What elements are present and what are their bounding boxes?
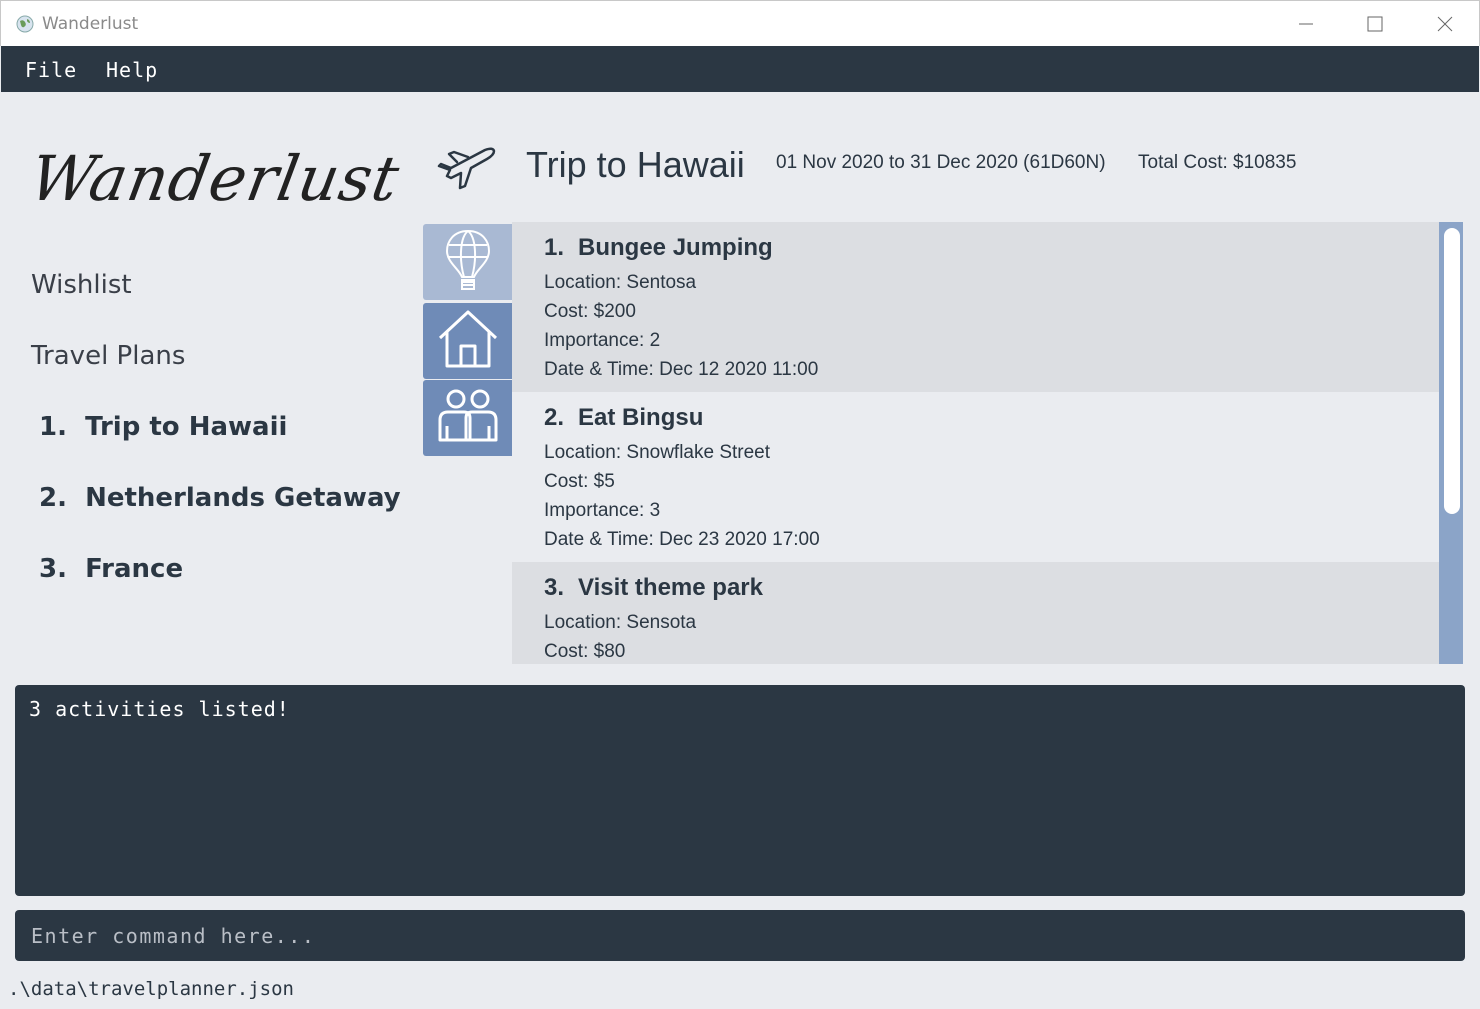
app-logo: Wanderlust: [24, 142, 406, 215]
activity-list[interactable]: 1. Bungee Jumping Location: Sentosa Cost:…: [512, 222, 1463, 664]
house-icon: [437, 308, 499, 375]
activity-location: Location: Sensota: [544, 612, 697, 633]
activity-index: 1.: [544, 234, 565, 261]
activity-name: Visit theme park: [578, 574, 763, 601]
activity-card[interactable]: 1. Bungee Jumping Location: Sentosa Cost:…: [512, 222, 1440, 392]
window-titlebar: Wanderlust: [0, 0, 1480, 46]
airplane-icon: [435, 142, 497, 192]
people-icon: [437, 388, 499, 449]
travel-plan-index: 2.: [39, 483, 67, 513]
activity-cost: Cost: $5: [544, 471, 615, 492]
status-bar-file-path: .\data\travelplanner.json: [8, 978, 294, 1000]
tab-activities[interactable]: [423, 224, 513, 300]
travel-plan-item[interactable]: 1. Trip to Hawaii: [39, 412, 287, 442]
activity-location: Location: Snowflake Street: [544, 442, 771, 463]
activity-title: 3. Visit theme park: [544, 574, 1440, 608]
travel-plan-item[interactable]: 3. France: [39, 554, 183, 584]
activity-name: Bungee Jumping: [578, 234, 773, 261]
result-display: 3 activities listed!: [15, 685, 1465, 896]
hot-air-balloon-icon: [445, 229, 491, 296]
sidebar-item-wishlist[interactable]: Wishlist: [31, 270, 132, 300]
menu-bar: File Help: [1, 46, 1479, 92]
activity-datetime: Date & Time: Dec 12 2020 11:00: [544, 359, 819, 380]
minimize-button[interactable]: [1271, 1, 1341, 47]
travel-plan-name: Trip to Hawaii: [85, 412, 288, 442]
tab-travellers[interactable]: [423, 380, 513, 456]
travel-plan-name: France: [85, 554, 184, 584]
menu-file[interactable]: File: [25, 58, 77, 82]
activity-card[interactable]: 2. Eat Bingsu Location: Snowflake Street …: [512, 392, 1440, 562]
activity-index: 3.: [544, 574, 565, 601]
activity-card[interactable]: 3. Visit theme park Location: Sensota Cos…: [512, 562, 1440, 664]
menu-help[interactable]: Help: [106, 58, 158, 82]
trip-dates: 01 Nov 2020 to 31 Dec 2020 (61D60N): [776, 152, 1106, 173]
activity-name: Eat Bingsu: [578, 404, 704, 431]
tab-accommodations[interactable]: [423, 303, 513, 379]
activity-datetime: Date & Time: Dec 23 2020 17:00: [544, 529, 820, 550]
globe-icon: [15, 14, 35, 34]
result-message: 3 activities listed!: [29, 697, 290, 721]
activity-importance: Importance: 2: [544, 330, 661, 351]
activity-location: Location: Sentosa: [544, 272, 697, 293]
sidebar-item-travel-plans[interactable]: Travel Plans: [31, 341, 185, 371]
activity-importance: Importance: 3: [544, 500, 661, 521]
travel-plan-item[interactable]: 2. Netherlands Getaway: [39, 483, 401, 513]
scrollbar-thumb[interactable]: [1444, 228, 1460, 514]
window-title: Wanderlust: [42, 14, 139, 34]
travel-plan-name: Netherlands Getaway: [85, 483, 401, 513]
trip-title: Trip to Hawaii: [526, 144, 745, 185]
travel-plan-index: 3.: [39, 554, 67, 584]
close-button[interactable]: [1410, 1, 1480, 47]
activity-cost: Cost: $200: [544, 301, 636, 322]
trip-total-cost: Total Cost: $10835: [1138, 152, 1297, 173]
activity-title: 1. Bungee Jumping: [544, 234, 1440, 268]
activity-title: 2. Eat Bingsu: [544, 404, 1440, 438]
main-panel: Wanderlust Wishlist Travel Plans 1. Trip…: [1, 92, 1479, 680]
activity-index: 2.: [544, 404, 565, 431]
command-input[interactable]: [15, 910, 1465, 961]
maximize-button[interactable]: [1340, 1, 1410, 47]
activity-cost: Cost: $80: [544, 641, 626, 662]
travel-plan-index: 1.: [39, 412, 67, 442]
